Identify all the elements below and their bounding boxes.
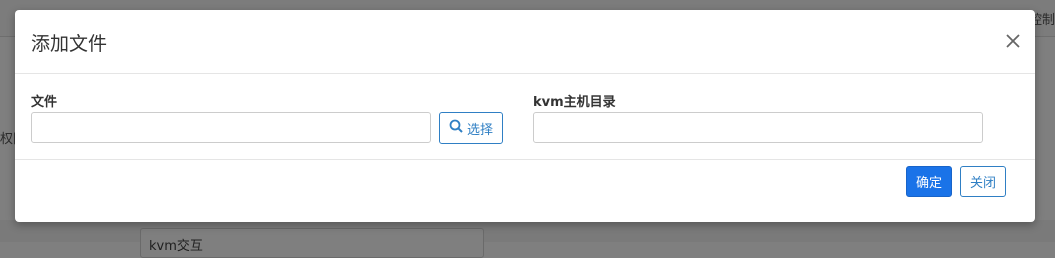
dialog-footer [15,160,1035,222]
background-input: kvm交互 [140,228,484,258]
file-label: 文件 [31,95,58,110]
close-button[interactable]: 关闭 [960,166,1006,197]
dialog-header: 添加文件 [15,10,1035,74]
kvm-dir-input[interactable] [533,112,983,143]
dialog-title: 添加文件 [31,33,108,55]
file-input[interactable] [31,112,431,143]
search-icon [449,119,463,137]
close-icon[interactable] [1003,31,1023,51]
select-file-button[interactable]: 选择 [439,112,503,144]
kvm-dir-label: kvm主机目录 [533,95,616,110]
dialog-body: 文件 选择 kvm主机目录 [15,74,1035,160]
confirm-button[interactable]: 确定 [906,166,952,197]
select-button-label: 选择 [466,122,493,138]
add-file-dialog: 添加文件 文件 选择 kvm主机目录 [15,10,1035,222]
